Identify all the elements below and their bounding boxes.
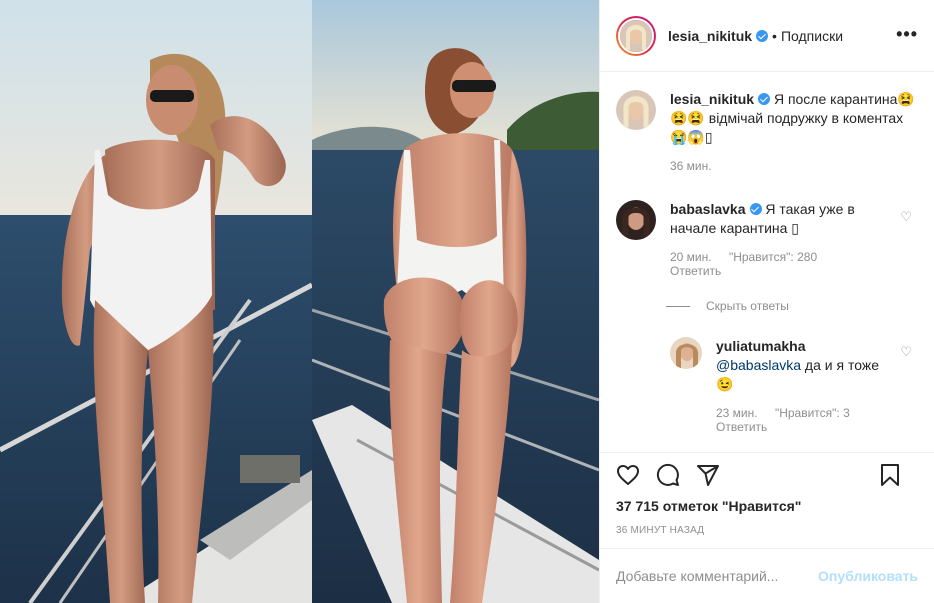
reply-body: yuliatumakha @babaslavka да и я тоже 😉 2…	[716, 337, 886, 434]
comment-input[interactable]	[616, 568, 819, 584]
reply-time[interactable]: 23 мин.	[716, 406, 758, 420]
reply-avatar[interactable]	[670, 337, 702, 369]
post-media[interactable]	[0, 0, 599, 603]
comment-meta: 20 мин. "Нравится": 280	[670, 250, 892, 264]
author-username[interactable]: lesia_nikituk	[668, 28, 752, 44]
reply-button[interactable]: Ответить	[670, 264, 892, 278]
heart-icon[interactable]	[616, 463, 640, 487]
reply-meta: 23 мин. "Нравится": 3	[716, 406, 886, 420]
hide-replies-button[interactable]: Скрыть ответы	[666, 299, 789, 313]
photo-front-view-image	[0, 0, 312, 603]
reply-text-block: yuliatumakha @babaslavka да и я тоже 😉	[716, 337, 886, 394]
reply-reply-button[interactable]: Ответить	[716, 420, 886, 434]
reply-likes[interactable]: "Нравится": 3	[775, 406, 850, 420]
comment-avatar[interactable]	[616, 200, 656, 240]
author-avatar-image	[620, 19, 652, 52]
reply-avatar-image	[670, 337, 702, 369]
bookmark-icon[interactable]	[878, 463, 902, 487]
reply-like-heart-icon[interactable]: ♡	[900, 344, 912, 360]
caption-meta: 36 мин.	[670, 159, 920, 173]
posted-time[interactable]: 36 минут назад	[616, 525, 918, 536]
post-sidebar: lesia_nikituk • Подписки ••• lesia_nikit…	[599, 0, 934, 603]
comment-item: babaslavka Я такая уже в начале карантин…	[616, 200, 892, 278]
comment-username[interactable]: babaslavka	[670, 201, 746, 217]
comments-list[interactable]: lesia_nikituk Я после карантина😫😫😫 відмі…	[600, 73, 934, 453]
comment-icon[interactable]	[656, 463, 680, 487]
more-icon[interactable]: •••	[896, 25, 918, 43]
add-comment-form: Опубликовать	[600, 548, 934, 603]
caption-username[interactable]: lesia_nikituk	[670, 91, 754, 107]
following-button[interactable]: Подписки	[781, 28, 843, 44]
comment-text-block: babaslavka Я такая уже в начале карантин…	[670, 200, 892, 238]
photo-front-view	[0, 0, 312, 603]
instagram-post: lesia_nikituk • Подписки ••• lesia_nikit…	[0, 0, 934, 603]
caption-avatar-image	[616, 90, 656, 130]
comment-body: babaslavka Я такая уже в начале карантин…	[670, 200, 892, 278]
action-icons	[616, 453, 918, 497]
reply-item: yuliatumakha @babaslavka да и я тоже 😉 2…	[670, 337, 886, 434]
caption-time[interactable]: 36 мин.	[670, 159, 712, 173]
caption: lesia_nikituk Я после карантина😫😫😫 відмі…	[616, 90, 920, 173]
comment-like-heart-icon[interactable]: ♡	[900, 209, 912, 225]
caption-text-block: lesia_nikituk Я после карантина😫😫😫 відмі…	[670, 90, 920, 147]
publish-button[interactable]: Опубликовать	[818, 568, 918, 584]
caption-avatar[interactable]	[616, 90, 656, 130]
verified-icon	[758, 93, 771, 105]
post-header: lesia_nikituk • Подписки •••	[600, 0, 934, 72]
hide-replies-label: Скрыть ответы	[706, 299, 789, 313]
reply-mention[interactable]: @babaslavka	[716, 357, 801, 373]
share-icon[interactable]	[696, 463, 720, 487]
verified-icon	[749, 203, 762, 215]
comment-avatar-image	[616, 200, 656, 240]
caption-body: lesia_nikituk Я после карантина😫😫😫 відмі…	[670, 90, 920, 173]
hide-replies-line	[666, 305, 690, 307]
header-separator: •	[772, 27, 777, 44]
verified-icon	[756, 29, 769, 42]
comment-likes[interactable]: "Нравится": 280	[729, 250, 817, 264]
post-actions: 37 715 отметок "Нравится" 36 минут назад	[600, 452, 934, 536]
likes-count[interactable]: 37 715 отметок "Нравится"	[616, 497, 918, 515]
photo-back-view	[312, 0, 599, 603]
photo-back-view-image	[312, 0, 599, 603]
author-avatar[interactable]	[616, 15, 656, 56]
reply-username[interactable]: yuliatumakha	[716, 338, 805, 354]
comment-time[interactable]: 20 мин.	[670, 250, 712, 264]
